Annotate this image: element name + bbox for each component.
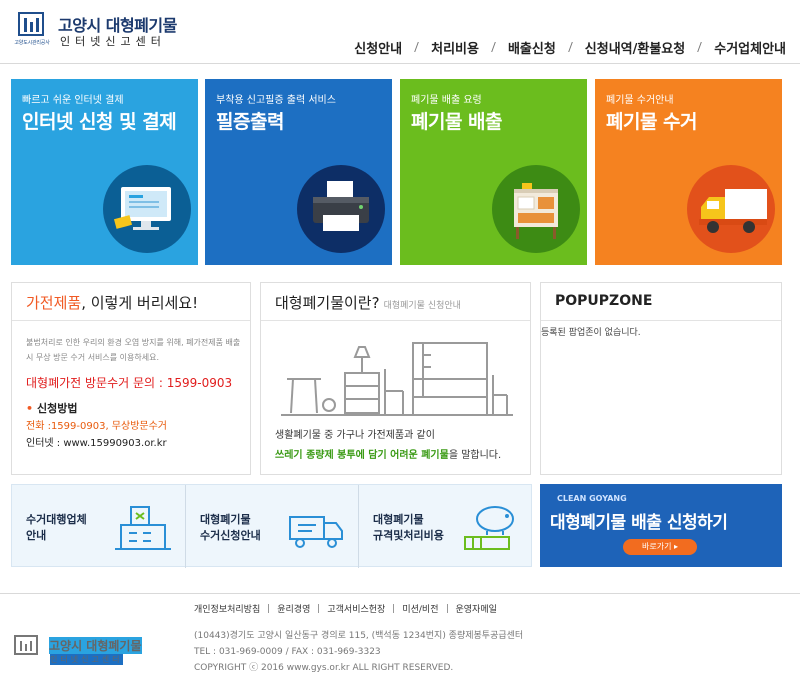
nav-item-request[interactable]: 배출신청 [494, 38, 570, 57]
footer-logo-subtitle: 인터넷신고센터 [50, 654, 123, 665]
tile-subtitle: 폐기물 배출 요령 [411, 95, 482, 106]
about-text-1: 생활폐기물 중 가구나 가전제품과 같이 [275, 430, 435, 441]
site-footer: 개인정보처리방침 윤리경영 고객서비스헌장 미션/비전 운영자메일 고양시 대형… [0, 593, 800, 678]
quick-link-label: 대형폐기물 수거신청안내 [200, 513, 261, 542]
popupzone-panel: POPUPZONE 등록된 팝업존이 없습니다. [540, 282, 782, 475]
popupzone-title: POPUPZONE [555, 293, 653, 309]
piggybank-icon [464, 506, 514, 550]
truck-icon [687, 165, 775, 253]
tile-title: 인터넷 신청 및 결제 [22, 111, 177, 133]
tile-disposal[interactable]: 폐기물 배출 요령 폐기물 배출 [400, 79, 587, 265]
logo-caption: 고양도시관리공사 [14, 40, 50, 46]
footer-copyright: COPYRIGHT ⓒ 2016 www.gys.or.kr ALL RIGHT… [194, 663, 454, 673]
site-logo[interactable]: 고양도시관리공사 고양시 대형폐기물 인터넷신고센터 [10, 10, 210, 54]
tile-certificate-print[interactable]: 부착용 신고필증 출력 서비스 필증출력 [205, 79, 392, 265]
popupzone-empty-text: 등록된 팝업존이 없습니다. [541, 328, 641, 338]
quick-link-size-cost[interactable]: 대형폐기물 규격및처리비용 [358, 485, 533, 568]
site-header: 고양도시관리공사 고양시 대형폐기물 인터넷신고센터 신청안내 처리비용 배출신… [0, 0, 800, 64]
quick-link-collection-guide[interactable]: 대형폐기물 수거신청안내 [185, 485, 358, 568]
tile-title: 폐기물 수거 [606, 111, 698, 133]
appliance-description: 불법처리로 인한 우리의 환경 오염 방지를 위해, 폐가전제품 배출시 무상 … [26, 338, 241, 362]
apply-method-heading: • 신청방법 [26, 402, 78, 415]
tile-title: 폐기물 배출 [411, 111, 503, 133]
footer-links: 개인정보처리방침 윤리경영 고객서비스헌장 미션/비전 운영자메일 [194, 602, 505, 615]
footer-logo: 고양시 대형폐기물 인터넷신고센터 [9, 632, 179, 672]
nav-item-apply-guide[interactable]: 신청안내 [340, 38, 416, 57]
footer-link-charter[interactable]: 고객서비스헌장 [319, 602, 393, 615]
footer-tel-fax: TEL : 031-969-0009 / FAX : 031-969-3323 [194, 647, 381, 657]
about-panel: 대형폐기물이란? 대형폐기물 신청안내 생활폐기물 중 가구나 가전제품과 같이… [260, 282, 531, 475]
tile-title: 필증출력 [216, 111, 284, 133]
apply-phone: 전화 :1599-0903, 무상방문수거 [26, 421, 168, 432]
quick-link-label: 대형폐기물 규격및처리비용 [373, 513, 444, 542]
footer-logo-title: 고양시 대형폐기물 [49, 637, 142, 654]
building-icon [115, 506, 171, 550]
tile-subtitle: 폐기물 수거안내 [606, 95, 674, 106]
quick-links: 수거대행업체 안내 대형폐기물 수거신청안내 대형폐기물 규격및처리비용 [11, 484, 533, 568]
go-button[interactable]: 바로가기 ▸ [623, 539, 697, 555]
logo-mark-icon [14, 635, 38, 655]
nav-item-cost[interactable]: 처리비용 [417, 38, 493, 57]
logo-mark-icon: 고양도시관리공사 [10, 10, 54, 50]
footer-info: (10443)경기도 고양시 일산동구 경의로 115, (백석동 1234번지… [194, 628, 523, 676]
tile-subtitle: 부착용 신고필증 출력 서비스 [216, 95, 336, 106]
banner-title: 대형폐기물 배출 신청하기 [550, 513, 728, 533]
nav-item-history-refund[interactable]: 신청내역/환불요청 [571, 38, 699, 57]
tile-subtitle: 빠르고 쉬운 인터넷 결제 [22, 95, 124, 106]
footer-address: (10443)경기도 고양시 일산동구 경의로 115, (백석동 1234번지… [194, 631, 524, 641]
apply-banner[interactable]: CLEAN GOYANG 대형폐기물 배출 신청하기 바로가기 ▸ [540, 484, 782, 567]
footer-link-mission[interactable]: 미션/비전 [394, 602, 446, 615]
main-nav: 신청안내 처리비용 배출신청 신청내역/환불요청 수거업체안내 [340, 36, 800, 58]
about-title[interactable]: 대형폐기물이란? 대형폐기물 신청안내 [275, 292, 461, 313]
furniture-illustration [281, 342, 513, 416]
about-text-2: 쓰레기 종량제 봉투에 담기 어려운 폐기물을 말합니다. [275, 450, 502, 461]
cabinet-icon [492, 165, 580, 253]
tile-internet-payment[interactable]: 빠르고 쉬운 인터넷 결제 인터넷 신청 및 결제 [11, 79, 198, 265]
nav-item-collectors[interactable]: 수거업체안내 [700, 38, 800, 57]
appliance-inquiry: 대형폐가전 방문수거 문의 : 1599-0903 [26, 376, 233, 390]
tile-collection[interactable]: 폐기물 수거안내 폐기물 수거 [595, 79, 782, 265]
computer-icon [103, 165, 191, 253]
footer-link-ethics[interactable]: 윤리경영 [269, 602, 318, 615]
quick-link-collectors[interactable]: 수거대행업체 안내 [12, 485, 185, 568]
logo-subtitle: 인터넷신고센터 [60, 35, 166, 48]
footer-link-admin-mail[interactable]: 운영자메일 [448, 602, 505, 615]
truck-icon [289, 516, 343, 548]
apply-web-link[interactable]: 인터넷 : www.15990903.or.kr [26, 434, 167, 449]
quick-link-label: 수거대행업체 안내 [26, 513, 87, 542]
footer-link-privacy[interactable]: 개인정보처리방침 [194, 602, 268, 615]
printer-icon [297, 165, 385, 253]
appliance-title: 가전제품, 이렇게 버리세요! [26, 294, 199, 312]
banner-small-text: CLEAN GOYANG [557, 494, 627, 503]
appliance-panel: 가전제품, 이렇게 버리세요! 불법처리로 인한 우리의 환경 오염 방지를 위… [11, 282, 251, 475]
